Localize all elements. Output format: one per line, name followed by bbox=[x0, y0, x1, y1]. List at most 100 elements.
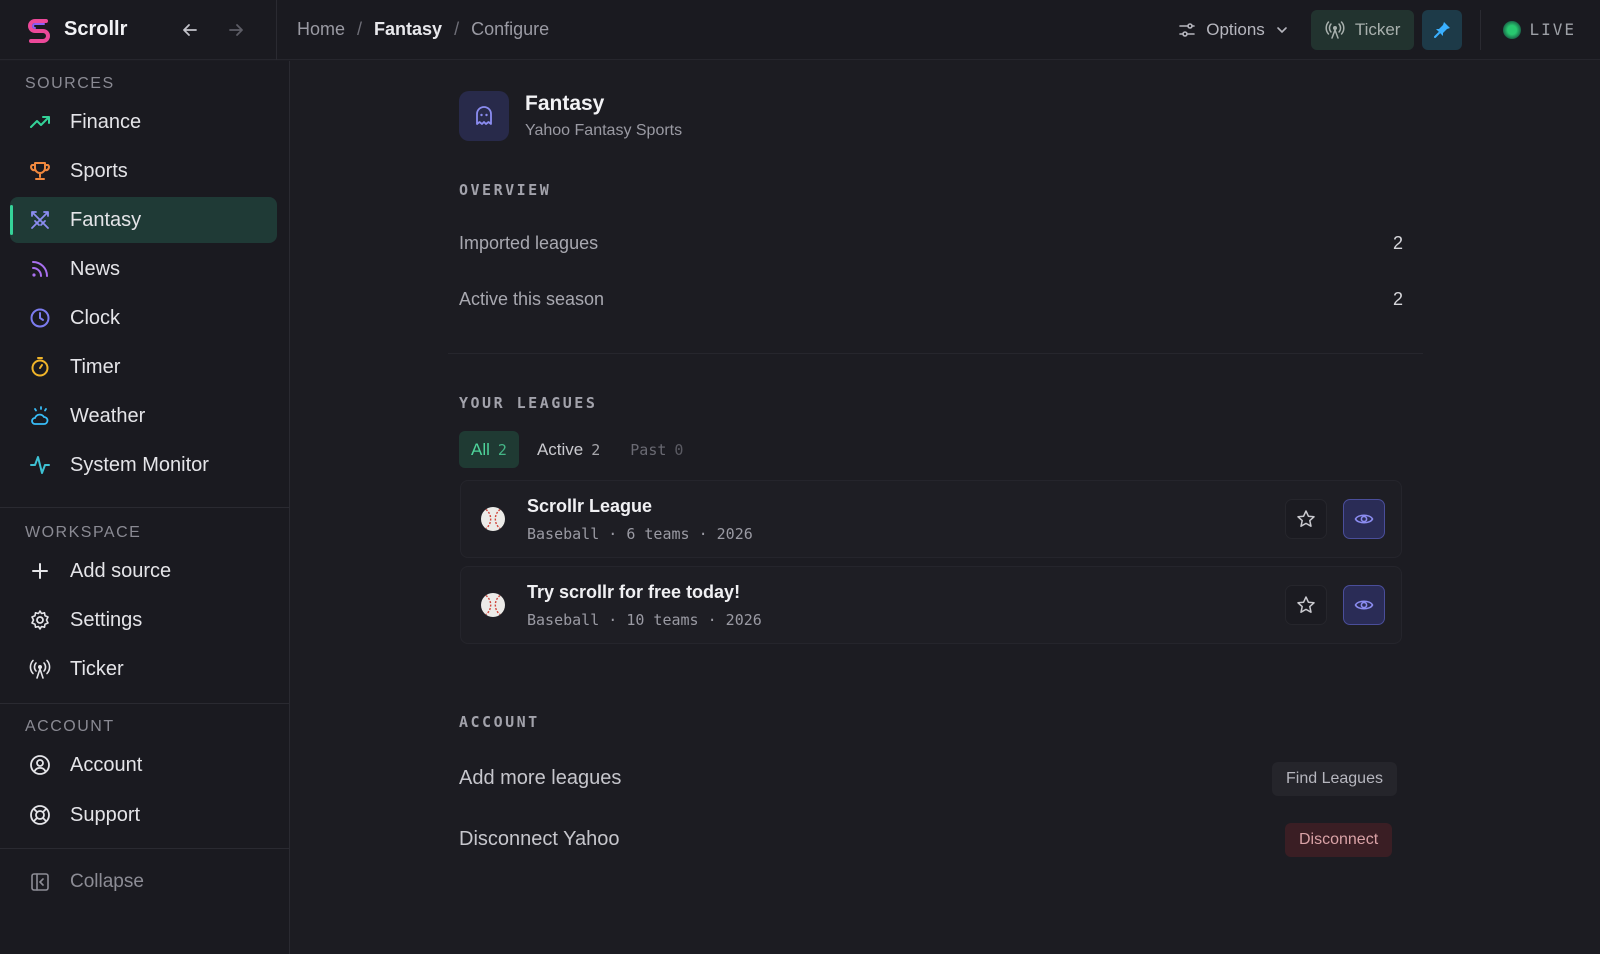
overview-row-active: Active this season 2 bbox=[459, 289, 1403, 310]
scrollr-logo-icon bbox=[28, 18, 50, 43]
breadcrumb-configure: Configure bbox=[471, 19, 550, 39]
favorite-button[interactable] bbox=[1285, 585, 1327, 625]
eye-icon bbox=[1354, 600, 1374, 610]
cloud-sun-icon bbox=[28, 404, 52, 428]
tab-past[interactable]: Past 0 bbox=[618, 431, 695, 468]
league-actions bbox=[1285, 499, 1385, 539]
breadcrumb-separator: / bbox=[454, 19, 460, 39]
breadcrumb-fantasy[interactable]: Fantasy bbox=[374, 19, 442, 40]
league-row[interactable]: Try scrollr for free today! Baseball · 1… bbox=[460, 566, 1402, 644]
collapse-label: Collapse bbox=[70, 871, 144, 892]
tab-count: 2 bbox=[497, 440, 507, 459]
find-leagues-button[interactable]: Find Leagues bbox=[1272, 762, 1397, 796]
lifebuoy-icon bbox=[28, 803, 52, 827]
tab-count: 2 bbox=[591, 440, 601, 459]
app-name: Scrollr bbox=[64, 18, 128, 40]
ticker-label: Ticker bbox=[1354, 19, 1401, 39]
pin-icon bbox=[1434, 21, 1451, 38]
live-label: LIVE bbox=[1529, 20, 1576, 39]
sidebar: SOURCES Finance Sports Fantasy News Cloc… bbox=[0, 61, 290, 954]
options-label: Options bbox=[1206, 19, 1265, 39]
breadcrumb-home[interactable]: Home bbox=[297, 19, 345, 40]
tab-label: Active bbox=[536, 439, 584, 459]
main-content: Fantasy Yahoo Fantasy Sports OVERVIEW Im… bbox=[290, 61, 1600, 954]
sidebar-item-sports[interactable]: Sports bbox=[10, 148, 277, 194]
tab-all[interactable]: All 2 bbox=[459, 431, 519, 468]
sidebar-item-label: Finance bbox=[70, 110, 142, 133]
disconnect-label: Disconnect Yahoo bbox=[459, 828, 620, 850]
league-meta: Baseball · 6 teams · 2026 bbox=[527, 524, 753, 543]
sidebar-item-support[interactable]: Support bbox=[10, 792, 277, 838]
star-icon bbox=[1297, 510, 1315, 527]
breadcrumb: Home / Fantasy / Configure bbox=[277, 19, 549, 40]
sidebar-item-label: Weather bbox=[70, 404, 146, 427]
brand[interactable]: Scrollr bbox=[0, 15, 150, 45]
sidebar-item-ticker[interactable]: Ticker bbox=[10, 646, 277, 692]
breadcrumb-separator: / bbox=[357, 19, 363, 39]
visibility-button[interactable] bbox=[1343, 585, 1385, 625]
sidebar-item-label: Timer bbox=[70, 355, 121, 378]
ticker-button[interactable]: Ticker bbox=[1310, 9, 1415, 50]
gear-icon bbox=[28, 608, 52, 632]
overview-value: 2 bbox=[1392, 233, 1403, 253]
source-header: Fantasy Yahoo Fantasy Sports bbox=[459, 91, 682, 141]
account-section-title: ACCOUNT bbox=[25, 718, 115, 735]
pin-button[interactable] bbox=[1422, 9, 1463, 50]
sidebar-item-label: Settings bbox=[70, 608, 143, 631]
workspace-section-title: WORKSPACE bbox=[25, 524, 142, 541]
clock-icon bbox=[28, 306, 52, 330]
sidebar-item-label: Ticker bbox=[70, 657, 124, 680]
trending-up-icon bbox=[28, 110, 52, 134]
options-button[interactable]: Options bbox=[1164, 10, 1303, 50]
broadcast-icon bbox=[28, 657, 52, 681]
sliders-icon bbox=[1179, 22, 1196, 37]
sidebar-item-clock[interactable]: Clock bbox=[10, 295, 277, 341]
league-name: Try scrollr for free today! bbox=[527, 581, 741, 602]
baseball-icon bbox=[481, 593, 505, 617]
sidebar-item-label: Sports bbox=[70, 159, 128, 182]
sidebar-item-system-monitor[interactable]: System Monitor bbox=[10, 442, 277, 488]
sidebar-item-finance[interactable]: Finance bbox=[10, 99, 277, 145]
collapse-sidebar-icon bbox=[28, 870, 52, 894]
favorite-button[interactable] bbox=[1285, 499, 1327, 539]
user-circle-icon bbox=[28, 753, 52, 777]
tab-active[interactable]: Active 2 bbox=[525, 431, 612, 468]
top-bar: Scrollr Home / Fantasy / Configure Optio… bbox=[0, 0, 1600, 60]
visibility-button[interactable] bbox=[1343, 499, 1385, 539]
league-row[interactable]: Scrollr League Baseball · 6 teams · 2026 bbox=[460, 480, 1402, 558]
account-row-disconnect: Disconnect Yahoo bbox=[459, 828, 1403, 851]
overview-value: 2 bbox=[1392, 289, 1403, 309]
overview-label: Active this season bbox=[459, 289, 605, 309]
sidebar-item-timer[interactable]: Timer bbox=[10, 344, 277, 390]
page-subtitle: Yahoo Fantasy Sports bbox=[525, 122, 683, 139]
league-actions bbox=[1285, 585, 1385, 625]
sidebar-item-add-source[interactable]: Add source bbox=[10, 548, 277, 594]
leagues-section-title: YOUR LEAGUES bbox=[459, 394, 598, 412]
league-name: Scrollr League bbox=[527, 495, 653, 516]
disconnect-button[interactable]: Disconnect bbox=[1285, 823, 1393, 857]
sidebar-item-label: Clock bbox=[70, 306, 121, 329]
tab-count: 0 bbox=[674, 440, 684, 459]
timer-icon bbox=[28, 355, 52, 379]
star-icon bbox=[1297, 596, 1315, 613]
forward-arrow-icon[interactable] bbox=[226, 20, 246, 40]
page-title: Fantasy bbox=[525, 92, 605, 115]
sidebar-item-fantasy[interactable]: Fantasy bbox=[10, 197, 277, 243]
sidebar-item-settings[interactable]: Settings bbox=[10, 597, 277, 643]
live-dot-icon bbox=[1503, 20, 1522, 39]
sidebar-item-news[interactable]: News bbox=[10, 246, 277, 292]
collapse-button[interactable]: Collapse bbox=[10, 859, 277, 905]
section-divider bbox=[448, 353, 1423, 354]
account-section-title: ACCOUNT bbox=[459, 713, 540, 731]
sidebar-item-account[interactable]: Account bbox=[10, 742, 277, 788]
baseball-icon bbox=[481, 507, 505, 531]
account-row-add: Add more leagues bbox=[459, 767, 1403, 790]
back-arrow-icon[interactable] bbox=[180, 20, 200, 40]
broadcast-icon bbox=[1325, 20, 1345, 39]
rss-icon bbox=[28, 257, 52, 281]
activity-icon bbox=[28, 453, 52, 477]
sidebar-item-label: Add source bbox=[70, 559, 172, 582]
sidebar-item-weather[interactable]: Weather bbox=[10, 393, 277, 439]
overview-section-title: OVERVIEW bbox=[459, 181, 552, 199]
trophy-icon bbox=[28, 159, 52, 183]
